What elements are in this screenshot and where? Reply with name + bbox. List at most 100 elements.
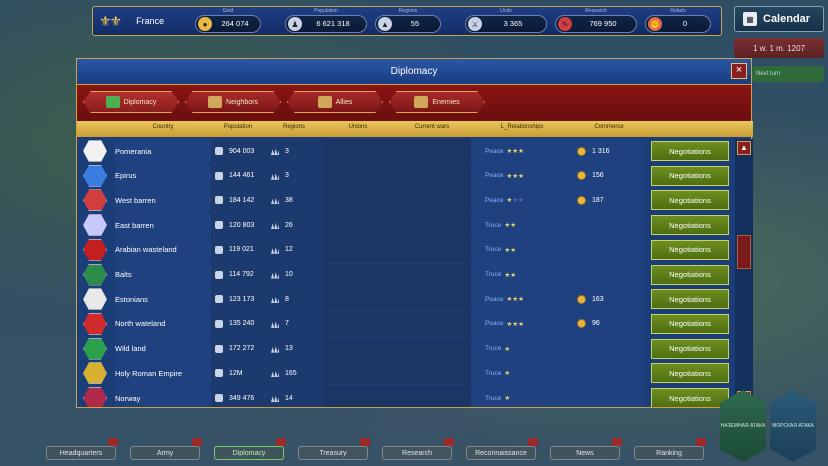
nation-badge[interactable]: ⚜⚜ France xyxy=(93,7,193,35)
population-value: 119 021 xyxy=(229,246,254,254)
negotiations-button[interactable]: Negotiations xyxy=(651,215,729,236)
relationship-stars-icon: ★★★ xyxy=(506,296,524,304)
negotiations-button[interactable]: Negotiations xyxy=(651,141,729,161)
col-regions[interactable]: Regions xyxy=(265,124,323,130)
flag-cell xyxy=(77,238,107,261)
col-country[interactable]: Country xyxy=(115,124,211,130)
close-button[interactable]: × xyxy=(731,63,747,79)
table-row[interactable]: West barren 184 142 38 Peace ★★★ 187 Negotiati… xyxy=(77,188,731,213)
next-turn-button[interactable]: Next turn xyxy=(752,66,824,82)
col-unions[interactable]: Unions xyxy=(323,124,393,130)
nav-army[interactable]: Army xyxy=(130,446,200,460)
regions-icon xyxy=(271,321,279,328)
relationship-stars-icon: ★★★ xyxy=(506,148,524,155)
table-row[interactable]: Pomerania 904 003 3 Peace ★★★ 1 316 Negotiatio… xyxy=(77,139,731,163)
nav-treasury[interactable]: Treasury xyxy=(298,446,368,460)
negotiations-button[interactable]: Negotiations xyxy=(651,239,729,260)
negotiations-button[interactable]: Negotiations xyxy=(651,338,729,359)
population-icon xyxy=(215,344,223,353)
diplomacy-window: Diplomacy × Diplomacy Neighbors Allies E… xyxy=(76,58,753,408)
table-row[interactable]: Norway 349 476 14 Truce ★ Negotiations xyxy=(77,386,731,407)
regions-value: 8 xyxy=(285,295,289,303)
nav-diplomacy[interactable]: Diplomacy xyxy=(214,446,284,460)
population-icon xyxy=(215,171,223,180)
country-flag-icon xyxy=(83,312,107,335)
nav-ranking[interactable]: Ranking xyxy=(634,446,704,460)
tab-neighbors[interactable]: Neighbors xyxy=(185,91,281,113)
flag-cell xyxy=(77,337,107,360)
resource-value: 6 621 318 xyxy=(316,19,350,28)
commerce-value: 187 xyxy=(592,196,604,204)
table-row[interactable]: Epirus 144 461 3 Peace ★★★ 156 Negotiations xyxy=(77,163,731,188)
population-value: 135 240 xyxy=(229,320,255,328)
country-name: Holy Roman Empire xyxy=(115,361,211,386)
relationship-cell: Truce ★★ xyxy=(471,262,573,287)
land-attack-button[interactable]: НАЗЕМНАЯ АТАКА xyxy=(720,390,766,462)
resource-value: 0 xyxy=(682,19,688,28)
relationship-cell: Peace ★★★ xyxy=(471,188,573,213)
negotiations-button[interactable]: Negotiations xyxy=(651,190,729,211)
nav-headquarters[interactable]: Headquarters xyxy=(46,446,116,460)
regions-value: 38 xyxy=(285,196,293,204)
country-name: West barren xyxy=(115,188,211,213)
resource-regions[interactable]: Regions ▲ 55 xyxy=(375,8,441,35)
relationship-status: Peace xyxy=(485,172,504,180)
table-row[interactable]: North wateland 135 240 7 Peace ★★★ 96 Negotiat… xyxy=(77,311,731,336)
table-row[interactable]: Arabian wasteland 119 021 12 Truce ★★ Negotia… xyxy=(77,237,731,262)
commerce-cell xyxy=(573,262,645,287)
commerce-value: 156 xyxy=(592,172,604,180)
tab-enemies[interactable]: Enemies xyxy=(389,91,485,113)
relationship-stars-icon: ★★★ xyxy=(506,320,524,328)
naval-attack-button[interactable]: МОРСКАЯ АТАКА xyxy=(770,390,816,462)
table-row[interactable]: Holy Roman Empire 12M 165 Truce ★ Negotiation… xyxy=(77,361,731,386)
col-commerce[interactable]: Commerce xyxy=(573,124,645,130)
resource-units[interactable]: Units ⚔ 3 365 xyxy=(465,8,547,35)
nav-research[interactable]: Research xyxy=(382,446,452,460)
handshake-icon xyxy=(317,96,332,108)
regions-value: 7 xyxy=(285,320,289,328)
commerce-cell xyxy=(573,213,645,238)
resource-pill: ✊ 0 xyxy=(645,15,711,33)
resource-population[interactable]: Population ♟ 6 621 318 xyxy=(285,8,367,35)
scroll-thumb[interactable] xyxy=(737,235,751,269)
population-cell: 349 476 xyxy=(211,386,265,407)
negotiations-button[interactable]: Negotiations xyxy=(651,165,729,186)
gold-coin-icon xyxy=(577,294,586,304)
resource-gold[interactable]: Gold ● 264 074 xyxy=(195,8,261,35)
resource-research[interactable]: Research ✎ 769 950 xyxy=(555,8,637,35)
negotiations-button[interactable]: Negotiations xyxy=(651,289,729,310)
relationship-cell: Truce ★ xyxy=(471,386,573,407)
nav-reconnaissance[interactable]: Reconnaissance xyxy=(466,446,536,460)
tab-allies[interactable]: Allies xyxy=(287,91,383,113)
nav-news[interactable]: News xyxy=(550,446,620,460)
unions-cell xyxy=(323,213,393,238)
population-cell: 114 792 xyxy=(211,262,265,287)
regions-icon xyxy=(271,197,279,205)
table-scrollbar[interactable]: ▲ ▼ xyxy=(735,139,753,407)
negotiations-button[interactable]: Negotiations xyxy=(651,264,729,285)
commerce-cell: 163 xyxy=(573,287,645,312)
table-row[interactable]: Balts 114 792 10 Truce ★★ Negotiations xyxy=(77,262,731,287)
research-icon: ✎ xyxy=(558,17,572,31)
col-population[interactable]: Population xyxy=(211,124,265,130)
relationship-status: Truce xyxy=(485,271,502,278)
calendar-button[interactable]: ▦ Calendar xyxy=(734,6,824,32)
population-value: 12M xyxy=(229,369,243,377)
relationship-status: Peace xyxy=(485,147,504,155)
col-relationships[interactable]: L_Relationships xyxy=(471,124,573,130)
scroll-up-button[interactable]: ▲ xyxy=(737,141,751,155)
table-row[interactable]: Wild land 172 272 13 Truce ★ Negotiations xyxy=(77,336,731,361)
notification-badge-icon xyxy=(612,438,622,446)
negotiations-button[interactable]: Negotiations xyxy=(651,313,729,334)
col-wars[interactable]: Current wars xyxy=(393,124,471,130)
negotiations-button[interactable]: Negotiations xyxy=(651,363,729,384)
tab-diplomacy[interactable]: Diplomacy xyxy=(83,91,179,113)
resource-value: 55 xyxy=(410,19,420,28)
country-name: Norway xyxy=(115,386,211,407)
table-row[interactable]: Estonians 123 173 8 Peace ★★★ 163 Negotiations xyxy=(77,287,731,312)
resource-rebels[interactable]: Rebels ✊ 0 xyxy=(645,8,711,35)
table-row[interactable]: East barren 120 803 26 Truce ★★ Negotiations xyxy=(77,213,731,238)
commerce-cell xyxy=(573,336,645,361)
negotiations-button[interactable]: Negotiations xyxy=(651,388,729,407)
regions-icon xyxy=(271,272,279,279)
